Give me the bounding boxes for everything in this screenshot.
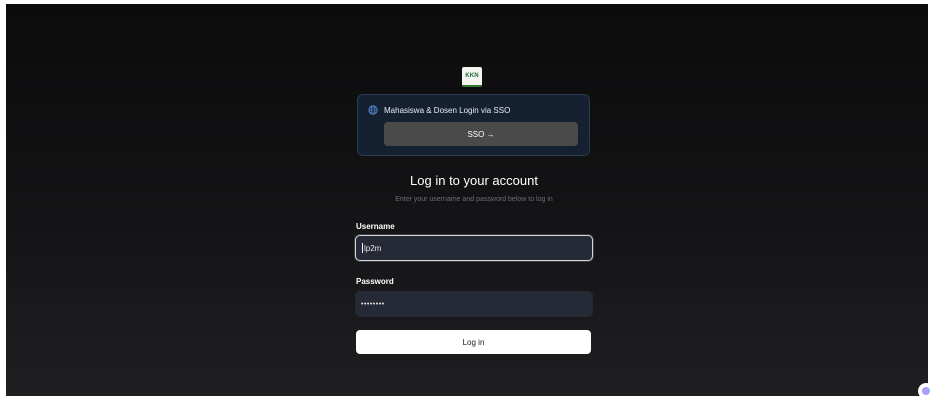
assistant-badge-icon[interactable] <box>918 383 934 399</box>
password-input[interactable]: •••••••• <box>355 291 593 317</box>
page-title: Log in to your account <box>410 173 538 188</box>
password-value: •••••••• <box>361 300 385 308</box>
gradient-dot-icon <box>922 387 930 395</box>
sso-button[interactable]: SSO → <box>384 122 578 146</box>
text-caret <box>362 243 363 253</box>
login-page: KKN Mahasiswa & Dosen Login via SSO SSO … <box>6 4 928 396</box>
sso-card: Mahasiswa & Dosen Login via SSO SSO → <box>357 94 590 156</box>
login-button[interactable]: Log in <box>356 330 591 354</box>
username-value: lp2m <box>364 243 382 253</box>
kkn-logo: KKN <box>462 67 482 87</box>
globe-icon <box>368 105 378 115</box>
sso-label: Mahasiswa & Dosen Login via SSO <box>384 105 511 115</box>
sso-header: Mahasiswa & Dosen Login via SSO <box>368 105 510 115</box>
logo-text: KKN <box>465 73 479 79</box>
username-input[interactable]: lp2m <box>355 235 593 261</box>
page-subtitle: Enter your username and password below t… <box>395 196 553 203</box>
username-label: Username <box>356 222 395 231</box>
password-label: Password <box>356 277 394 286</box>
